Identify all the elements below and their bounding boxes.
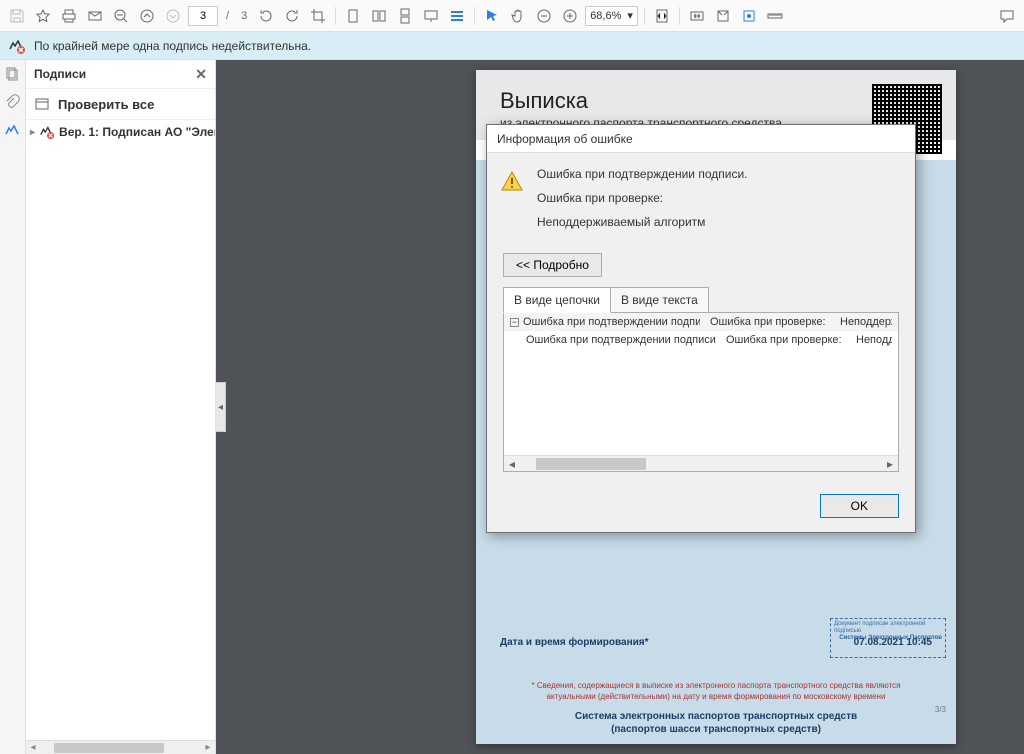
fit-page-icon[interactable]	[651, 5, 673, 27]
presentation-icon[interactable]	[420, 5, 442, 27]
page-total: 3	[241, 10, 247, 22]
panel-horizontal-scrollbar[interactable]: ◂ ▸	[26, 740, 215, 754]
signature-invalid-icon	[39, 124, 55, 140]
toolbar-separator	[335, 7, 336, 25]
signature-warning-bar: По крайней мере одна подпись недействите…	[0, 32, 1024, 60]
actual-size-icon[interactable]	[712, 5, 734, 27]
date-label: Дата и время формирования*	[500, 637, 649, 648]
ok-button[interactable]: OK	[820, 494, 899, 518]
chevron-down-icon: ▾	[627, 9, 633, 22]
chain-cell: Ошибка при подтверждении подписи.	[523, 316, 700, 328]
attachments-tab-icon[interactable]	[4, 94, 22, 112]
collapse-icon[interactable]: −	[510, 318, 519, 327]
toolbar-separator	[474, 7, 475, 25]
scrollbar-thumb[interactable]	[536, 458, 646, 470]
signature-warning-text: По крайней мере одна подпись недействите…	[34, 39, 311, 53]
ruler-icon[interactable]	[764, 5, 786, 27]
page-down-icon[interactable]	[162, 5, 184, 27]
stamp-line: Документ подписан электронной подписью	[834, 621, 942, 635]
chain-row[interactable]: −Ошибка при подтверждении подписи. Ошибк…	[504, 313, 898, 331]
scrollbar-thumb[interactable]	[54, 743, 164, 753]
verify-all-icon	[34, 96, 50, 112]
tab-text-view[interactable]: В виде текста	[610, 287, 709, 313]
zoom-minus-icon[interactable]	[533, 5, 555, 27]
save-icon[interactable]	[6, 5, 28, 27]
dialog-title: Информация об ошибке	[487, 125, 915, 153]
page-sep: /	[226, 10, 229, 22]
footer-line: (паспортов шасси транспортных средств)	[476, 723, 956, 736]
sidebar-tab-strip	[0, 60, 26, 754]
verify-all-label: Проверить все	[58, 97, 154, 112]
scroll-right-icon[interactable]: ▸	[882, 457, 898, 471]
document-viewport[interactable]: ◂ Выписка из электронного паспорта транс…	[216, 60, 1024, 754]
page-up-icon[interactable]	[136, 5, 158, 27]
footer-line: Система электронных паспортов транспортн…	[476, 710, 956, 723]
close-panel-icon[interactable]: ✕	[195, 66, 207, 83]
main-area: Подписи ✕ Проверить все ▸ Вер. 1: Подпис…	[0, 60, 1024, 754]
mail-icon[interactable]	[84, 5, 106, 27]
fit-width-icon[interactable]	[686, 5, 708, 27]
signatures-tab-icon[interactable]	[4, 122, 22, 140]
signatures-panel: Подписи ✕ Проверить все ▸ Вер. 1: Подпис…	[26, 60, 216, 754]
single-page-icon[interactable]	[342, 5, 364, 27]
fit-visible-icon[interactable]	[738, 5, 760, 27]
warning-icon	[501, 171, 523, 191]
tab-chain-view[interactable]: В виде цепочки	[503, 287, 611, 313]
lines-icon[interactable]	[446, 5, 468, 27]
signature-stamp: Документ подписан электронной подписью С…	[830, 618, 946, 658]
scroll-right-icon[interactable]: ▸	[201, 742, 215, 753]
error-info-dialog: Информация об ошибке Ошибка при подтверж…	[486, 124, 916, 533]
error-line: Ошибка при проверке:	[537, 191, 899, 205]
collapse-sidebar-handle[interactable]: ◂	[216, 382, 226, 432]
error-line: Ошибка при подтверждении подписи.	[537, 167, 899, 181]
print-icon[interactable]	[58, 5, 80, 27]
toolbar-separator	[679, 7, 680, 25]
pages-tab-icon[interactable]	[4, 66, 22, 84]
details-toggle-button[interactable]: << Подробно	[503, 253, 602, 277]
rotate-cw-icon[interactable]	[281, 5, 303, 27]
panel-header: Подписи ✕	[26, 60, 215, 88]
page-number-input[interactable]	[188, 6, 218, 26]
pointer-icon[interactable]	[481, 5, 503, 27]
hand-icon[interactable]	[507, 5, 529, 27]
comment-icon[interactable]	[996, 5, 1018, 27]
panel-title: Подписи	[34, 67, 86, 81]
favorite-icon[interactable]	[32, 5, 54, 27]
chain-cell: Ошибка при проверке:	[726, 334, 846, 346]
zoom-dropdown[interactable]: 68,6% ▾	[585, 6, 638, 26]
zoom-plus-icon[interactable]	[559, 5, 581, 27]
stamp-line: Системы Электронных Паспортов	[834, 635, 942, 642]
document-title: Выписка	[500, 88, 932, 114]
scroll-left-icon[interactable]: ◂	[504, 457, 520, 471]
chain-cell: Ошибка при подтверждении подписи.	[526, 334, 716, 346]
chain-cell: Ошибка при проверке:	[710, 316, 830, 328]
signature-invalid-icon	[8, 37, 26, 55]
facing-pages-icon[interactable]	[368, 5, 390, 27]
zoom-out-icon[interactable]	[110, 5, 132, 27]
expand-icon[interactable]: ▸	[30, 127, 35, 138]
scroll-left-icon[interactable]: ◂	[26, 742, 40, 753]
signature-item-label: Вер. 1: Подписан АО "Электрон	[59, 125, 215, 139]
main-toolbar: / 3 68,6% ▾	[0, 0, 1024, 32]
rotate-ccw-icon[interactable]	[255, 5, 277, 27]
crop-icon[interactable]	[307, 5, 329, 27]
footer-text: Система электронных паспортов транспортн…	[476, 710, 956, 736]
verify-all-button[interactable]: Проверить все	[26, 88, 215, 120]
zoom-value: 68,6%	[590, 10, 621, 22]
signature-tree-item[interactable]: ▸ Вер. 1: Подписан АО "Электрон	[26, 120, 215, 144]
chain-cell: Неподдер	[856, 334, 892, 346]
chain-cell: Неподдержи	[840, 316, 892, 328]
continuous-icon[interactable]	[394, 5, 416, 27]
footnote-text: * Сведения, содержащиеся в выписке из эл…	[476, 681, 956, 702]
chain-row[interactable]: Ошибка при подтверждении подписи. Ошибка…	[504, 331, 898, 349]
content-horizontal-scrollbar[interactable]: ◂ ▸	[504, 455, 898, 471]
toolbar-separator	[644, 7, 645, 25]
error-line: Неподдерживаемый алгоритм	[537, 215, 899, 229]
chain-view-content: −Ошибка при подтверждении подписи. Ошибк…	[503, 312, 899, 472]
